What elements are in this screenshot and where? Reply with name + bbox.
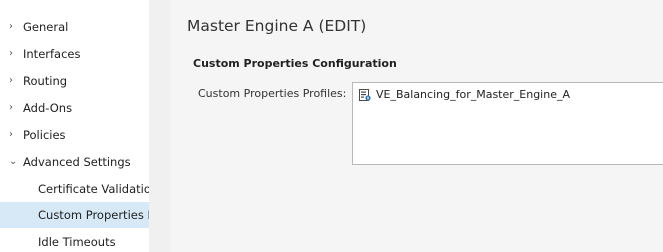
sidebar-item-routing[interactable]: › Routing (0, 68, 149, 94)
chevron-right-icon: › (9, 129, 13, 140)
profile-name: VE_Balancing_for_Master_Engine_A (376, 88, 571, 101)
sidebar-item-add-ons[interactable]: › Add-Ons (0, 95, 149, 121)
chevron-right-icon: › (9, 48, 13, 59)
chevron-down-icon: ⌄ (9, 156, 18, 167)
sidebar-item-general[interactable]: › General (0, 14, 149, 40)
sidebar-item-advanced-settings[interactable]: ⌄ Advanced Settings (0, 149, 149, 175)
chevron-right-icon: › (9, 102, 13, 113)
sidebar-item-policies[interactable]: › Policies (0, 122, 149, 148)
page-title: Master Engine A (EDIT) (187, 17, 367, 35)
sidebar-item-idle-timeouts[interactable]: Idle Timeouts (0, 229, 149, 252)
chevron-right-icon: › (9, 21, 13, 32)
sidebar-item-label: Certificate Validation (38, 182, 149, 196)
sidebar-item-label: Routing (23, 74, 68, 88)
sidebar-item-label: Custom Properties Profiles (38, 208, 149, 222)
sidebar-divider (149, 0, 171, 252)
sidebar-item-interfaces[interactable]: › Interfaces (0, 41, 149, 67)
navigation-sidebar: › General › Interfaces › Routing › Add-O… (0, 0, 149, 252)
profile-list-icon (359, 89, 371, 101)
sidebar-item-custom-properties-profiles[interactable]: Custom Properties Profiles (0, 202, 149, 228)
custom-properties-profiles-list[interactable]: VE_Balancing_for_Master_Engine_A (352, 82, 663, 165)
sidebar-item-label: General (23, 20, 69, 34)
chevron-right-icon: › (9, 75, 13, 86)
sidebar-item-label: Policies (23, 128, 66, 142)
custom-properties-profiles-label: Custom Properties Profiles: (198, 87, 347, 100)
sidebar-item-label: Add-Ons (23, 101, 73, 115)
sidebar-item-certificate-validation[interactable]: Certificate Validation (0, 176, 149, 202)
sidebar-item-label: Idle Timeouts (38, 235, 116, 249)
section-title: Custom Properties Configuration (193, 57, 397, 70)
engine-editor-window: › General › Interfaces › Routing › Add-O… (0, 0, 663, 252)
sidebar-item-label: Interfaces (23, 47, 81, 61)
sidebar-item-label: Advanced Settings (23, 155, 131, 169)
main-panel: Master Engine A (EDIT) Custom Properties… (171, 0, 663, 252)
